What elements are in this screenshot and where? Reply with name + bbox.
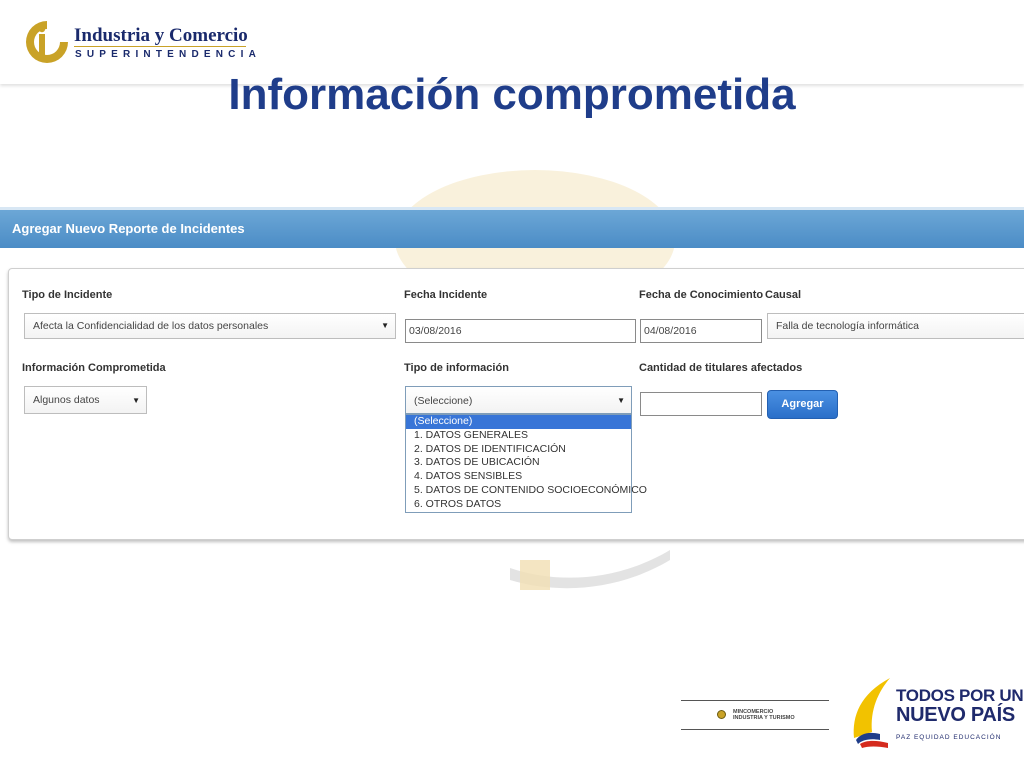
sic-logo: Industria y Comercio SUPERINTENDENCIA [24,18,256,70]
panel-title: Agregar Nuevo Reporte de Incidentes [12,221,245,236]
dropdown-option[interactable]: (Seleccione) [406,415,631,429]
slogan-line3: PAZ EQUIDAD EDUCACIÓN [896,734,1002,741]
dropdown-option[interactable]: 2. DATOS DE IDENTIFICACIÓN [406,443,631,457]
coat-of-arms-icon [717,710,726,719]
dropdown-option[interactable]: 5. DATOS DE CONTENIDO SOCIOECONÓMICO [406,484,647,498]
panel-header: Agregar Nuevo Reporte de Incidentes [0,207,1024,248]
cantidad-titulares-input[interactable] [640,392,762,416]
slogan-line2: NUEVO PAÍS [896,704,1015,726]
brand-subtitle: SUPERINTENDENCIA [75,49,261,60]
causal-select[interactable]: Falla de tecnología informática [767,313,1024,339]
label-tipo-informacion: Tipo de información [404,362,509,374]
fecha-conocimiento-input[interactable]: 04/08/2016 [640,319,762,343]
dropdown-option[interactable]: 3. DATOS DE UBICACIÓN [406,456,631,470]
label-fecha-incidente: Fecha Incidente [404,289,488,301]
slide-title: Información comprometida [228,70,796,119]
brand-divider [74,46,246,47]
tipo-informacion-dropdown: (Seleccione) 1. DATOS GENERALES 2. DATOS… [405,414,647,513]
agregar-button[interactable]: Agregar [767,390,838,419]
chevron-down-icon: ▼ [617,396,625,405]
label-info-comprometida: Información Comprometida [22,362,166,374]
sic-emblem-icon [26,21,68,63]
label-tipo-incidente: Tipo de Incidente [22,289,113,301]
tipo-incidente-value: Afecta la Confidencialidad de los datos … [33,320,269,332]
chevron-down-icon: ▼ [132,396,140,405]
label-fecha-conocimiento: Fecha de Conocimiento [639,289,764,301]
dropdown-option[interactable]: 1. DATOS GENERALES [406,429,631,443]
mincomercio-logo: MINCOMERCIO INDUSTRIA Y TURISMO [681,700,829,730]
causal-value: Falla de tecnología informática [776,320,919,332]
tipo-informacion-select[interactable]: (Seleccione) ▼ [405,386,632,414]
label-causal: Causal [765,289,802,301]
tipo-incidente-select[interactable]: Afecta la Confidencialidad de los datos … [24,313,396,339]
dropdown-option[interactable]: 4. DATOS SENSIBLES [406,470,631,484]
ministry-line2: INDUSTRIA Y TURISMO [733,715,795,721]
label-cantidad-titulares: Cantidad de titulares afectados [639,362,803,374]
info-comprometida-select[interactable]: Algunos datos ▼ [24,386,147,414]
fecha-incidente-input[interactable]: 03/08/2016 [405,319,636,343]
chevron-down-icon: ▼ [381,321,389,330]
brand-title: Industria y Comercio [74,25,248,46]
dropdown-option[interactable]: 6. OTROS DATOS [406,498,631,512]
tipo-informacion-value: (Seleccione) [414,395,473,407]
slogan-line1: TODOS POR UN [896,686,1024,705]
info-comprometida-value: Algunos datos [33,394,100,406]
todos-por-un-nuevo-pais-logo: TODOS POR UN NUEVO PAÍS PAZ EQUIDAD EDUC… [850,676,1024,748]
flag-wave-icon [853,678,890,748]
